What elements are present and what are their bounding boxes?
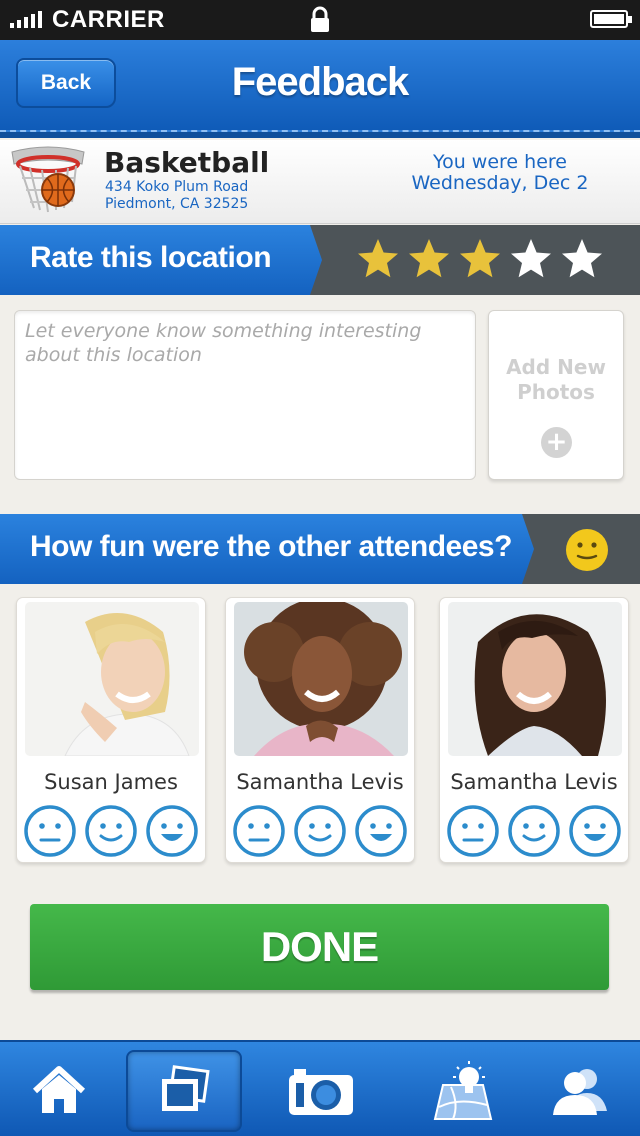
status-bar: CARRIER <box>0 0 640 40</box>
rate-location-bar: Rate this location <box>0 225 640 295</box>
smile-face-icon[interactable] <box>84 804 138 858</box>
attendee-photo <box>448 602 622 756</box>
sad-face-icon[interactable] <box>23 804 77 858</box>
basketball-hoop-icon <box>11 146 85 213</box>
attendee-rating-faces <box>442 804 626 858</box>
comment-input[interactable] <box>25 319 465 469</box>
attendee-name: Samantha Levis <box>450 770 618 794</box>
sad-face-icon[interactable] <box>446 804 500 858</box>
sad-face-icon[interactable] <box>232 804 286 858</box>
rate-label: Rate this location <box>30 241 272 274</box>
attendee-card: Susan James <box>16 597 206 863</box>
comment-box <box>14 310 476 480</box>
location-card: Basketball 434 Koko Plum Road Piedmont, … <box>0 140 640 224</box>
visit-date: Wednesday, Dec 2 <box>411 172 589 194</box>
plus-icon: + <box>541 427 572 458</box>
tab-photos[interactable] <box>126 1050 242 1132</box>
address-line-1: 434 Koko Plum Road <box>105 179 249 195</box>
visit-info: You were here Wednesday, Dec 2 <box>400 152 600 194</box>
location-name: Basketball <box>104 146 270 179</box>
tab-map[interactable] <box>418 1050 508 1132</box>
happy-face-icon[interactable] <box>145 804 199 858</box>
tab-home[interactable] <box>14 1050 104 1132</box>
people-icon <box>553 1069 607 1115</box>
star-icon[interactable] <box>509 237 553 281</box>
attendee-name: Susan James <box>44 770 178 794</box>
visit-line-1: You were here <box>433 151 567 173</box>
smile-face-icon[interactable] <box>507 804 561 858</box>
attendee-photo <box>25 602 199 756</box>
add-photos-label: Add New Photos <box>506 355 606 404</box>
tab-bar <box>0 1040 640 1136</box>
star-rating <box>356 237 604 281</box>
attendee-name: Samantha Levis <box>236 770 404 794</box>
attendee-rating-faces <box>19 804 203 858</box>
page-title: Feedback <box>231 60 410 104</box>
happy-face-icon[interactable] <box>354 804 408 858</box>
home-icon <box>32 1066 86 1113</box>
lock-icon <box>311 6 329 32</box>
nav-bar: Back Feedback <box>0 40 640 138</box>
attendee-card: Samantha Levis <box>225 597 415 863</box>
signal-bars-icon <box>10 10 42 28</box>
star-icon[interactable] <box>407 237 451 281</box>
map-idea-icon <box>433 1061 493 1120</box>
attendees-label: How fun were the other attendees? <box>30 530 512 563</box>
camera-icon <box>289 1069 353 1115</box>
attendee-card: Samantha Levis <box>439 597 629 863</box>
attendee-rating-faces <box>228 804 412 858</box>
smile-face-icon[interactable] <box>293 804 347 858</box>
done-button[interactable]: DONE <box>30 904 609 990</box>
add-photos-button[interactable]: Add New Photos + <box>488 310 624 480</box>
attendees-label-tab: How fun were the other attendees? <box>0 514 534 584</box>
star-icon[interactable] <box>560 237 604 281</box>
address-line-2: Piedmont, CA 32525 <box>105 196 249 212</box>
attendee-photo <box>234 602 408 756</box>
rate-label-tab: Rate this location <box>0 225 322 295</box>
neutral-smiley-icon <box>566 529 608 571</box>
photos-icon <box>162 1065 210 1111</box>
tab-camera[interactable] <box>276 1050 366 1132</box>
star-icon[interactable] <box>458 237 502 281</box>
battery-full-icon <box>590 10 632 28</box>
tab-people[interactable] <box>534 1050 624 1132</box>
location-address: 434 Koko Plum Road Piedmont, CA 32525 <box>105 179 248 213</box>
happy-face-icon[interactable] <box>568 804 622 858</box>
star-icon[interactable] <box>356 237 400 281</box>
carrier-label: CARRIER <box>52 6 165 33</box>
attendees-bar: How fun were the other attendees? <box>0 514 640 584</box>
